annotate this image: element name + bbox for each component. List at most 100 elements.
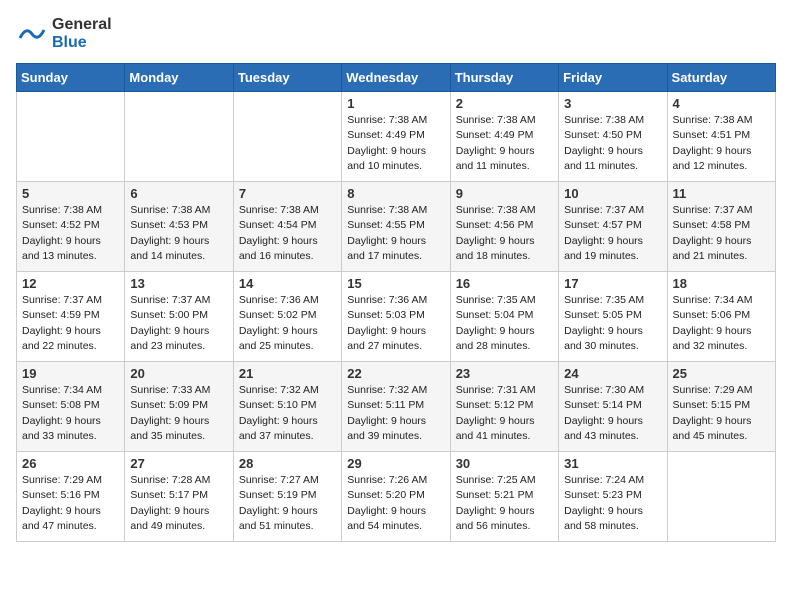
calendar-cell: 4 Sunrise: 7:38 AMSunset: 4:51 PMDaylight… — [667, 92, 775, 182]
day-info: Sunrise: 7:31 AMSunset: 5:12 PMDaylight:… — [456, 383, 553, 444]
calendar-cell: 9 Sunrise: 7:38 AMSunset: 4:56 PMDaylight… — [450, 182, 558, 272]
day-info: Sunrise: 7:32 AMSunset: 5:10 PMDaylight:… — [239, 383, 336, 444]
calendar-cell — [17, 92, 125, 182]
day-number: 14 — [239, 276, 336, 291]
day-info: Sunrise: 7:37 AMSunset: 4:59 PMDaylight:… — [22, 293, 119, 354]
calendar-cell: 5 Sunrise: 7:38 AMSunset: 4:52 PMDaylight… — [17, 182, 125, 272]
day-info: Sunrise: 7:26 AMSunset: 5:20 PMDaylight:… — [347, 473, 444, 534]
calendar-cell: 23 Sunrise: 7:31 AMSunset: 5:12 PMDayligh… — [450, 362, 558, 452]
day-number: 8 — [347, 186, 444, 201]
day-number: 22 — [347, 366, 444, 381]
day-number: 27 — [130, 456, 227, 471]
day-number: 26 — [22, 456, 119, 471]
day-number: 20 — [130, 366, 227, 381]
day-number: 31 — [564, 456, 661, 471]
day-number: 4 — [673, 96, 770, 111]
day-number: 17 — [564, 276, 661, 291]
calendar-cell: 21 Sunrise: 7:32 AMSunset: 5:10 PMDayligh… — [233, 362, 341, 452]
column-header-thursday: Thursday — [450, 64, 558, 92]
day-info: Sunrise: 7:37 AMSunset: 4:57 PMDaylight:… — [564, 203, 661, 264]
day-info: Sunrise: 7:29 AMSunset: 5:16 PMDaylight:… — [22, 473, 119, 534]
day-info: Sunrise: 7:29 AMSunset: 5:15 PMDaylight:… — [673, 383, 770, 444]
day-info: Sunrise: 7:38 AMSunset: 4:55 PMDaylight:… — [347, 203, 444, 264]
calendar-cell: 14 Sunrise: 7:36 AMSunset: 5:02 PMDayligh… — [233, 272, 341, 362]
logo-wave-icon — [16, 18, 48, 50]
day-number: 19 — [22, 366, 119, 381]
day-number: 21 — [239, 366, 336, 381]
day-info: Sunrise: 7:35 AMSunset: 5:05 PMDaylight:… — [564, 293, 661, 354]
day-number: 13 — [130, 276, 227, 291]
day-number: 11 — [673, 186, 770, 201]
day-info: Sunrise: 7:38 AMSunset: 4:49 PMDaylight:… — [456, 113, 553, 174]
calendar-cell: 3Sunrise: 7:38 AMSunset: 4:50 PMDaylight… — [559, 92, 667, 182]
day-number: 2 — [456, 96, 553, 111]
calendar-cell — [233, 92, 341, 182]
day-number: 23 — [456, 366, 553, 381]
calendar-cell: 10 Sunrise: 7:37 AMSunset: 4:57 PMDayligh… — [559, 182, 667, 272]
page-header: General Blue — [16, 16, 776, 51]
day-number: 12 — [22, 276, 119, 291]
calendar-cell — [667, 452, 775, 542]
calendar-cell: 30 Sunrise: 7:25 AMSunset: 5:21 PMDayligh… — [450, 452, 558, 542]
calendar-cell: 31 Sunrise: 7:24 AMSunset: 5:23 PMDayligh… — [559, 452, 667, 542]
day-info: Sunrise: 7:38 AMSunset: 4:50 PMDaylight:… — [564, 113, 661, 174]
day-info: Sunrise: 7:24 AMSunset: 5:23 PMDaylight:… — [564, 473, 661, 534]
day-info: Sunrise: 7:33 AMSunset: 5:09 PMDaylight:… — [130, 383, 227, 444]
day-number: 9 — [456, 186, 553, 201]
calendar-header-row: SundayMondayTuesdayWednesdayThursdayFrid… — [17, 64, 776, 92]
day-info: Sunrise: 7:25 AMSunset: 5:21 PMDaylight:… — [456, 473, 553, 534]
logo-text: General Blue — [52, 16, 112, 51]
day-info: Sunrise: 7:34 AMSunset: 5:06 PMDaylight:… — [673, 293, 770, 354]
calendar-cell: 29 Sunrise: 7:26 AMSunset: 5:20 PMDayligh… — [342, 452, 450, 542]
day-info: Sunrise: 7:35 AMSunset: 5:04 PMDaylight:… — [456, 293, 553, 354]
day-info: Sunrise: 7:37 AMSunset: 5:00 PMDaylight:… — [130, 293, 227, 354]
calendar-cell — [125, 92, 233, 182]
calendar-cell: 20 Sunrise: 7:33 AMSunset: 5:09 PMDayligh… — [125, 362, 233, 452]
calendar-table: SundayMondayTuesdayWednesdayThursdayFrid… — [16, 63, 776, 542]
day-info: Sunrise: 7:38 AMSunset: 4:49 PMDaylight:… — [347, 113, 444, 174]
day-info: Sunrise: 7:38 AMSunset: 4:54 PMDaylight:… — [239, 203, 336, 264]
calendar-cell: 16 Sunrise: 7:35 AMSunset: 5:04 PMDayligh… — [450, 272, 558, 362]
day-number: 10 — [564, 186, 661, 201]
calendar-week-row: 26 Sunrise: 7:29 AMSunset: 5:16 PMDayligh… — [17, 452, 776, 542]
column-header-wednesday: Wednesday — [342, 64, 450, 92]
calendar-week-row: 12 Sunrise: 7:37 AMSunset: 4:59 PMDayligh… — [17, 272, 776, 362]
calendar-cell: 18Sunrise: 7:34 AMSunset: 5:06 PMDayligh… — [667, 272, 775, 362]
column-header-saturday: Saturday — [667, 64, 775, 92]
logo: General Blue — [16, 16, 112, 51]
calendar-cell: 7 Sunrise: 7:38 AMSunset: 4:54 PMDaylight… — [233, 182, 341, 272]
calendar-cell: 27 Sunrise: 7:28 AMSunset: 5:17 PMDayligh… — [125, 452, 233, 542]
day-info: Sunrise: 7:36 AMSunset: 5:02 PMDaylight:… — [239, 293, 336, 354]
day-number: 7 — [239, 186, 336, 201]
calendar-week-row: 19Sunrise: 7:34 AMSunset: 5:08 PMDayligh… — [17, 362, 776, 452]
logo-blue: Blue — [52, 34, 87, 51]
day-info: Sunrise: 7:38 AMSunset: 4:56 PMDaylight:… — [456, 203, 553, 264]
logo-general: General — [52, 16, 112, 33]
day-number: 29 — [347, 456, 444, 471]
calendar-cell: 28Sunrise: 7:27 AMSunset: 5:19 PMDayligh… — [233, 452, 341, 542]
day-number: 1 — [347, 96, 444, 111]
day-number: 15 — [347, 276, 444, 291]
day-number: 30 — [456, 456, 553, 471]
day-info: Sunrise: 7:38 AMSunset: 4:52 PMDaylight:… — [22, 203, 119, 264]
day-info: Sunrise: 7:30 AMSunset: 5:14 PMDaylight:… — [564, 383, 661, 444]
calendar-cell: 1 Sunrise: 7:38 AMSunset: 4:49 PMDaylight… — [342, 92, 450, 182]
day-info: Sunrise: 7:36 AMSunset: 5:03 PMDaylight:… — [347, 293, 444, 354]
day-info: Sunrise: 7:28 AMSunset: 5:17 PMDaylight:… — [130, 473, 227, 534]
calendar-cell: 6Sunrise: 7:38 AMSunset: 4:53 PMDaylight… — [125, 182, 233, 272]
day-number: 5 — [22, 186, 119, 201]
calendar-cell: 2 Sunrise: 7:38 AMSunset: 4:49 PMDaylight… — [450, 92, 558, 182]
calendar-cell: 13 Sunrise: 7:37 AMSunset: 5:00 PMDayligh… — [125, 272, 233, 362]
day-number: 25 — [673, 366, 770, 381]
calendar-cell: 24 Sunrise: 7:30 AMSunset: 5:14 PMDayligh… — [559, 362, 667, 452]
calendar-cell: 8 Sunrise: 7:38 AMSunset: 4:55 PMDaylight… — [342, 182, 450, 272]
day-number: 16 — [456, 276, 553, 291]
calendar-week-row: 5 Sunrise: 7:38 AMSunset: 4:52 PMDaylight… — [17, 182, 776, 272]
column-header-monday: Monday — [125, 64, 233, 92]
column-header-sunday: Sunday — [17, 64, 125, 92]
day-info: Sunrise: 7:38 AMSunset: 4:51 PMDaylight:… — [673, 113, 770, 174]
day-info: Sunrise: 7:27 AMSunset: 5:19 PMDaylight:… — [239, 473, 336, 534]
day-number: 24 — [564, 366, 661, 381]
day-number: 6 — [130, 186, 227, 201]
calendar-cell: 15 Sunrise: 7:36 AMSunset: 5:03 PMDayligh… — [342, 272, 450, 362]
